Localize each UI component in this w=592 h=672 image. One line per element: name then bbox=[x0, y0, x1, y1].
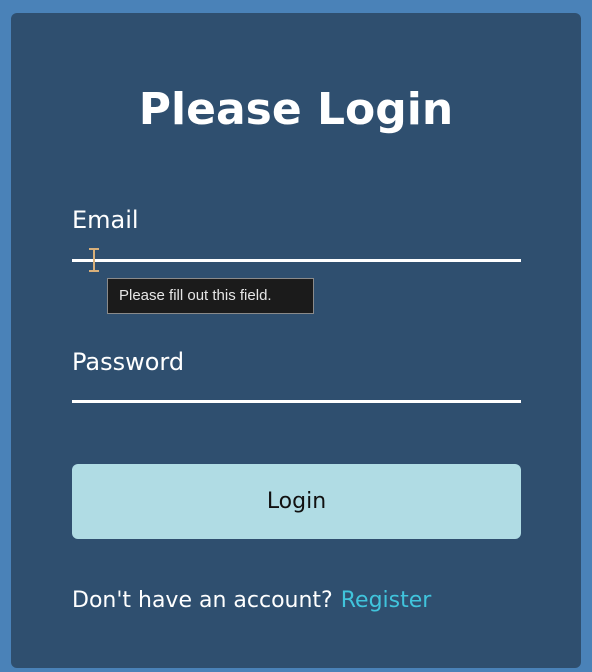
text-cursor-icon bbox=[89, 248, 99, 272]
page-title: Please Login bbox=[138, 84, 454, 135]
email-label: Email bbox=[72, 206, 139, 234]
email-field[interactable] bbox=[72, 232, 521, 262]
login-button[interactable]: Login bbox=[72, 464, 521, 539]
password-field[interactable] bbox=[72, 373, 521, 403]
register-prompt: Don't have an account? Register bbox=[72, 586, 431, 616]
register-link[interactable]: Register bbox=[341, 588, 432, 613]
register-prompt-text: Don't have an account? bbox=[72, 588, 333, 613]
validation-tooltip: Please fill out this field. bbox=[107, 278, 314, 314]
